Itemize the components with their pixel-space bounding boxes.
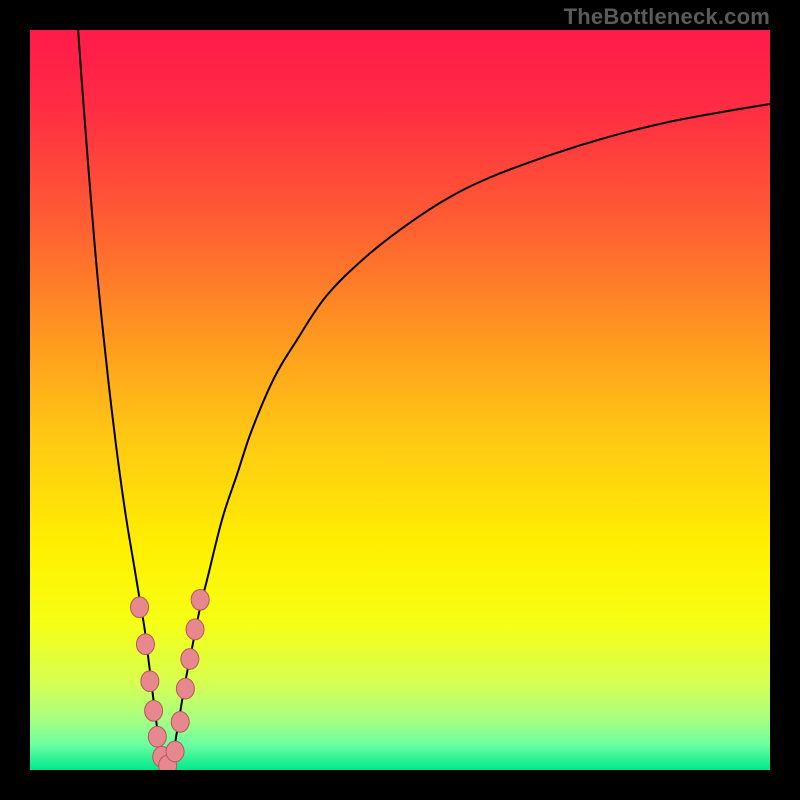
curve-left-branch [78,30,163,770]
data-point [148,726,166,747]
data-point [186,619,204,640]
data-point [166,741,184,762]
data-point [171,712,189,733]
data-point [181,649,199,670]
curve-right-branch [171,104,770,770]
data-point [145,700,163,721]
plot-area [30,30,770,770]
data-point [176,678,194,699]
watermark-text: TheBottleneck.com [564,4,770,30]
chart-stage: TheBottleneck.com [0,0,800,800]
data-point [141,671,159,692]
data-point [191,589,209,610]
data-point [131,597,149,618]
data-point [136,634,154,655]
curve-layer [30,30,770,770]
